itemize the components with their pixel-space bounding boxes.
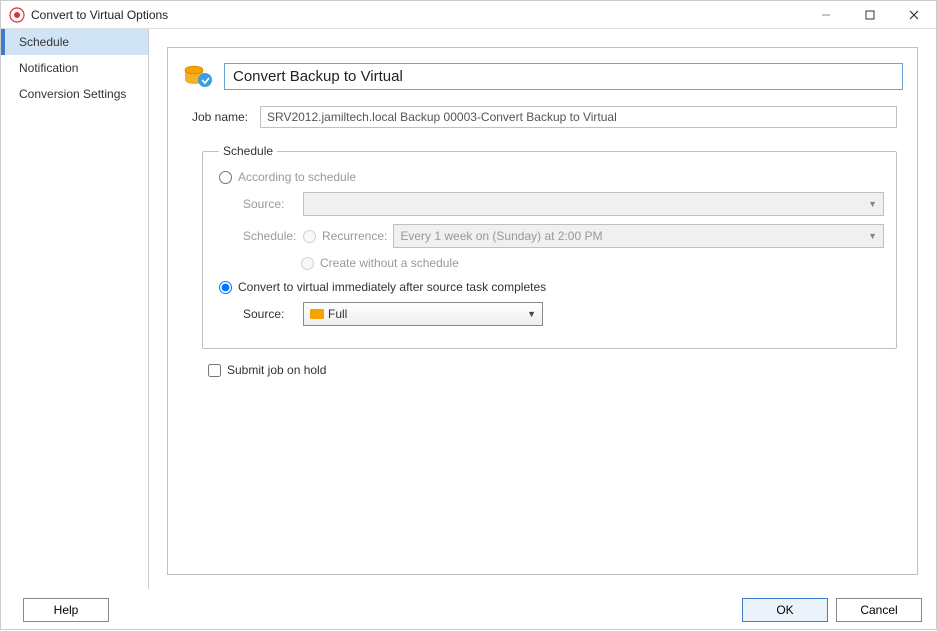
window-title: Convert to Virtual Options xyxy=(31,8,804,22)
ok-button[interactable]: OK xyxy=(742,598,828,622)
sidebar-item-schedule[interactable]: Schedule xyxy=(1,29,148,55)
source-row: Source: ▼ xyxy=(219,192,884,216)
titlebar: Convert to Virtual Options xyxy=(1,1,936,29)
content: Convert Backup to Virtual Job name: Sche… xyxy=(149,29,936,589)
sidebar: Schedule Notification Conversion Setting… xyxy=(1,29,149,589)
convert-immediate-row: Convert to virtual immediately after sou… xyxy=(219,280,884,294)
app-icon xyxy=(9,7,25,23)
create-without-row: Create without a schedule xyxy=(219,256,884,270)
convert-source-select[interactable]: Full ▼ xyxy=(303,302,543,326)
source-label: Source: xyxy=(243,197,303,211)
folder-icon xyxy=(310,309,324,319)
convert-source-row: Source: Full ▼ xyxy=(219,302,884,326)
according-radio[interactable] xyxy=(219,171,232,184)
panel: Convert Backup to Virtual Job name: Sche… xyxy=(167,47,918,575)
schedule-sub-row: Schedule: Recurrence: Every 1 week on (S… xyxy=(219,224,884,248)
chevron-down-icon: ▼ xyxy=(868,199,877,209)
jobname-row: Job name: xyxy=(192,106,903,128)
recurrence-combo[interactable]: Every 1 week on (Sunday) at 2:00 PM ▼ xyxy=(393,224,884,248)
source-combo[interactable]: ▼ xyxy=(303,192,884,216)
submit-on-hold-label: Submit job on hold xyxy=(227,363,326,377)
recurrence-radio[interactable] xyxy=(303,230,316,243)
footer: Help OK Cancel xyxy=(1,589,936,631)
window-controls xyxy=(804,1,936,28)
panel-title: Convert Backup to Virtual xyxy=(224,63,903,90)
panel-header: Convert Backup to Virtual xyxy=(182,60,903,92)
create-without-radio[interactable] xyxy=(301,257,314,270)
convert-source-label: Source: xyxy=(243,307,303,321)
sidebar-item-conversion-settings[interactable]: Conversion Settings xyxy=(1,81,148,107)
convert-immediate-label: Convert to virtual immediately after sou… xyxy=(238,280,546,294)
schedule-group: Schedule According to schedule Source: ▼… xyxy=(202,144,897,349)
convert-immediate-radio[interactable] xyxy=(219,281,232,294)
convert-backup-icon xyxy=(182,60,214,92)
close-button[interactable] xyxy=(892,1,936,28)
recurrence-value: Every 1 week on (Sunday) at 2:00 PM xyxy=(400,229,602,243)
cancel-button[interactable]: Cancel xyxy=(836,598,922,622)
minimize-button[interactable] xyxy=(804,1,848,28)
jobname-input[interactable] xyxy=(260,106,897,128)
maximize-button[interactable] xyxy=(848,1,892,28)
convert-source-value: Full xyxy=(328,307,347,321)
submit-row: Submit job on hold xyxy=(208,363,903,377)
main-area: Schedule Notification Conversion Setting… xyxy=(1,29,936,589)
help-button[interactable]: Help xyxy=(23,598,109,622)
jobname-label: Job name: xyxy=(192,110,260,124)
create-without-label: Create without a schedule xyxy=(320,256,459,270)
chevron-down-icon: ▼ xyxy=(527,309,536,319)
according-row: According to schedule xyxy=(219,170,884,184)
schedule-legend: Schedule xyxy=(219,144,277,158)
chevron-down-icon: ▼ xyxy=(868,231,877,241)
footer-left: Help xyxy=(15,598,734,622)
sidebar-item-notification[interactable]: Notification xyxy=(1,55,148,81)
recurrence-label: Recurrence: xyxy=(322,229,387,243)
according-label: According to schedule xyxy=(238,170,356,184)
submit-on-hold-checkbox[interactable] xyxy=(208,364,221,377)
schedule-sublabel: Schedule: xyxy=(243,229,303,243)
